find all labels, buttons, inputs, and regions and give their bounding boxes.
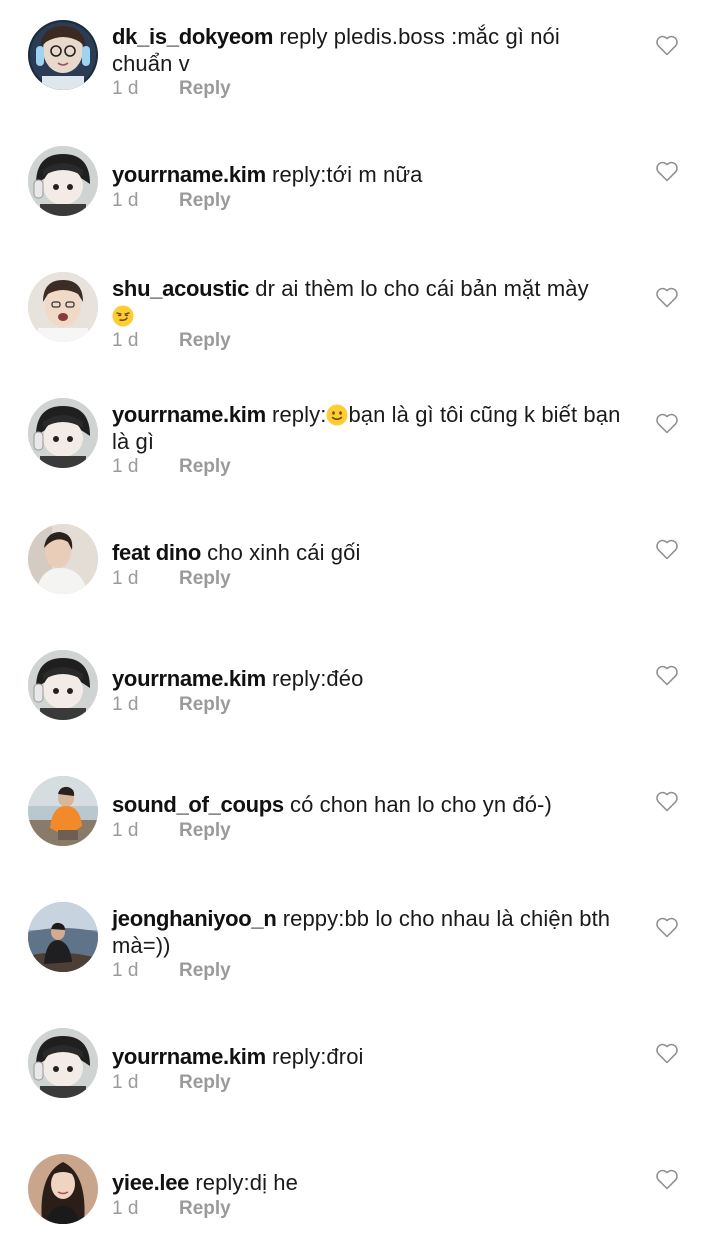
comment-time: 1 d <box>112 960 139 981</box>
comment-item: yourrname.kim reply:đéo 1 d Reply <box>0 650 714 750</box>
heart-outline-icon[interactable] <box>655 34 679 56</box>
comment-time: 1 d <box>112 820 139 841</box>
comment-time: 1 d <box>112 78 139 99</box>
heart-outline-icon[interactable] <box>655 538 679 560</box>
avatar[interactable] <box>28 776 98 846</box>
comment-meta: 1 d Reply <box>112 959 231 983</box>
comment-time: 1 d <box>112 1072 139 1093</box>
comment-item: yiee.lee reply:dị he 1 d Reply <box>0 1154 714 1254</box>
comment-username[interactable]: yiee.lee <box>112 1170 189 1195</box>
comment-meta: 1 d Reply <box>112 693 231 717</box>
comment-username[interactable]: yourrname.kim <box>112 402 266 427</box>
comment-meta: 1 d Reply <box>112 455 231 479</box>
reply-button[interactable]: Reply <box>179 78 231 99</box>
avatar[interactable] <box>28 1154 98 1224</box>
comment-text: yourrname.kim reply:đéo <box>112 665 622 692</box>
comment-username[interactable]: sound_of_coups <box>112 792 284 817</box>
smirk-emoji-icon <box>112 305 134 327</box>
comment-text: feat dino cho xinh cái gối <box>112 539 622 566</box>
comment-item: sound_of_coups có chon han lo cho yn đó-… <box>0 776 714 876</box>
reply-button[interactable]: Reply <box>179 1072 231 1093</box>
avatar[interactable] <box>28 1028 98 1098</box>
comment-body: cho xinh cái gối <box>200 540 361 565</box>
reply-button[interactable]: Reply <box>179 960 231 981</box>
heart-outline-icon[interactable] <box>655 286 679 308</box>
comment-body: reply:đéo <box>265 666 364 691</box>
comment-body: có chon han lo cho yn đó-) <box>283 792 552 817</box>
comment-item: dk_is_dokyeom reply pledis.boss :mắc gì … <box>0 20 714 120</box>
avatar[interactable] <box>28 272 98 342</box>
comment-meta: 1 d Reply <box>112 189 231 213</box>
comment-body-prefix: reply: <box>265 402 327 427</box>
slight-smile-emoji-icon <box>326 404 348 426</box>
comment-time: 1 d <box>112 330 139 351</box>
comment-time: 1 d <box>112 1198 139 1219</box>
comment-item: jeonghaniyoo_n reppy:bb lo cho nhau là c… <box>0 902 714 1002</box>
reply-button[interactable]: Reply <box>179 1198 231 1219</box>
comment-text: yourrname.kim reply:đroi <box>112 1043 622 1070</box>
comment-text: yourrname.kim reply:tới m nữa <box>112 161 622 188</box>
comment-body: dr ai thèm lo cho cái bản mặt mày <box>249 276 589 301</box>
comment-username[interactable]: shu_acoustic <box>112 276 249 301</box>
comment-time: 1 d <box>112 456 139 477</box>
avatar[interactable] <box>28 20 98 90</box>
heart-outline-icon[interactable] <box>655 412 679 434</box>
heart-outline-icon[interactable] <box>655 916 679 938</box>
heart-outline-icon[interactable] <box>655 160 679 182</box>
comment-username[interactable]: yourrname.kim <box>112 162 266 187</box>
comment-text: shu_acoustic dr ai thèm lo cho cái bản m… <box>112 275 622 329</box>
comment-body: reply:đroi <box>265 1044 364 1069</box>
comment-text: dk_is_dokyeom reply pledis.boss :mắc gì … <box>112 23 622 77</box>
reply-button[interactable]: Reply <box>179 568 231 589</box>
heart-outline-icon[interactable] <box>655 664 679 686</box>
comment-meta: 1 d Reply <box>112 329 231 353</box>
avatar[interactable] <box>28 398 98 468</box>
avatar[interactable] <box>28 146 98 216</box>
reply-button[interactable]: Reply <box>179 694 231 715</box>
comment-time: 1 d <box>112 694 139 715</box>
comment-username[interactable]: yourrname.kim <box>112 1044 266 1069</box>
comment-item: shu_acoustic dr ai thèm lo cho cái bản m… <box>0 272 714 372</box>
comment-item: feat dino cho xinh cái gối 1 d Reply <box>0 524 714 624</box>
comment-text: sound_of_coups có chon han lo cho yn đó-… <box>112 791 622 818</box>
comment-text: yiee.lee reply:dị he <box>112 1169 622 1196</box>
heart-outline-icon[interactable] <box>655 1168 679 1190</box>
comment-meta: 1 d Reply <box>112 567 231 591</box>
comment-body: reply:tới m nữa <box>265 162 423 187</box>
comment-meta: 1 d Reply <box>112 1071 231 1095</box>
reply-button[interactable]: Reply <box>179 190 231 211</box>
comment-username[interactable]: jeonghaniyoo_n <box>112 906 277 931</box>
comment-text: jeonghaniyoo_n reppy:bb lo cho nhau là c… <box>112 905 622 959</box>
comment-time: 1 d <box>112 190 139 211</box>
comment-username[interactable]: yourrname.kim <box>112 666 266 691</box>
comment-username[interactable]: feat dino <box>112 540 201 565</box>
heart-outline-icon[interactable] <box>655 1042 679 1064</box>
comment-item: yourrname.kim reply: bạn là gì tôi cũng … <box>0 398 714 498</box>
avatar[interactable] <box>28 524 98 594</box>
comment-item: yourrname.kim reply:tới m nữa 1 d Reply <box>0 146 714 246</box>
reply-button[interactable]: Reply <box>179 820 231 841</box>
comment-username[interactable]: dk_is_dokyeom <box>112 24 273 49</box>
comment-meta: 1 d Reply <box>112 77 231 101</box>
comment-time: 1 d <box>112 568 139 589</box>
heart-outline-icon[interactable] <box>655 790 679 812</box>
reply-button[interactable]: Reply <box>179 330 231 351</box>
avatar[interactable] <box>28 650 98 720</box>
comment-body: reply:dị he <box>189 1170 298 1195</box>
comment-meta: 1 d Reply <box>112 819 231 843</box>
reply-button[interactable]: Reply <box>179 456 231 477</box>
comment-item: yourrname.kim reply:đroi 1 d Reply <box>0 1028 714 1128</box>
avatar[interactable] <box>28 902 98 972</box>
comment-meta: 1 d Reply <box>112 1197 231 1221</box>
comment-text: yourrname.kim reply: bạn là gì tôi cũng … <box>112 401 622 455</box>
